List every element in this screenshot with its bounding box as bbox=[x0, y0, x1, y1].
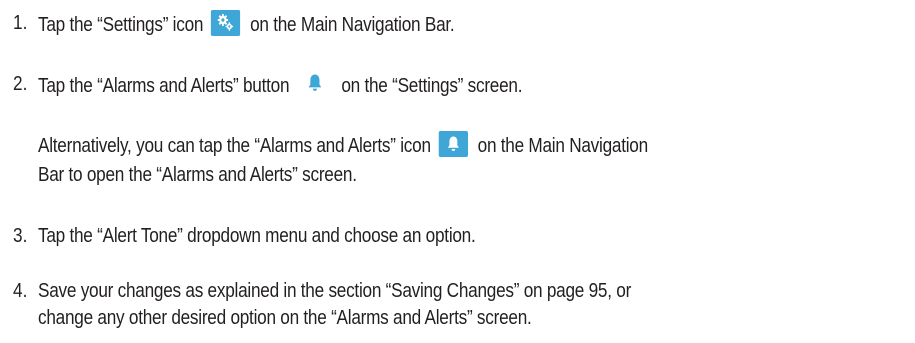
step-4-text-line-1: Save your changes as explained in the se… bbox=[38, 280, 632, 302]
bell-icon bbox=[438, 131, 468, 157]
step-4-text-line-2: change any other desired option on the “… bbox=[38, 307, 532, 329]
instruction-document: 1. Tap the “Settings” icon on the Main N… bbox=[0, 0, 915, 343]
step-2-text: Tap the “Alarms and Alerts” button on th… bbox=[38, 71, 523, 99]
step-2-number: 2. bbox=[13, 73, 28, 95]
step-2-text-after: on the “Settings” screen. bbox=[336, 75, 523, 97]
step-1-number: 1. bbox=[13, 12, 28, 34]
step-2-note-after: on the Main Navigation bbox=[473, 135, 649, 157]
step-4-number: 4. bbox=[13, 280, 28, 302]
step-1-text-after: on the Main Navigation Bar. bbox=[245, 14, 455, 36]
step-1-text: Tap the “Settings” icon on the Main Navi… bbox=[38, 10, 455, 38]
bell-icon bbox=[301, 71, 330, 97]
step-3-number: 3. bbox=[13, 225, 28, 247]
step-1-text-before: Tap the “Settings” icon bbox=[38, 14, 208, 36]
gear-icon bbox=[211, 10, 241, 36]
step-2-note-line-1: Alternatively, you can tap the “Alarms a… bbox=[38, 131, 648, 159]
step-2-note-before: Alternatively, you can tap the “Alarms a… bbox=[38, 135, 436, 157]
step-2-text-before: Tap the “Alarms and Alerts” button bbox=[38, 75, 294, 97]
step-3-text: Tap the “Alert Tone” dropdown menu and c… bbox=[38, 225, 476, 247]
step-2-note-line-2: Bar to open the “Alarms and Alerts” scre… bbox=[38, 164, 357, 186]
